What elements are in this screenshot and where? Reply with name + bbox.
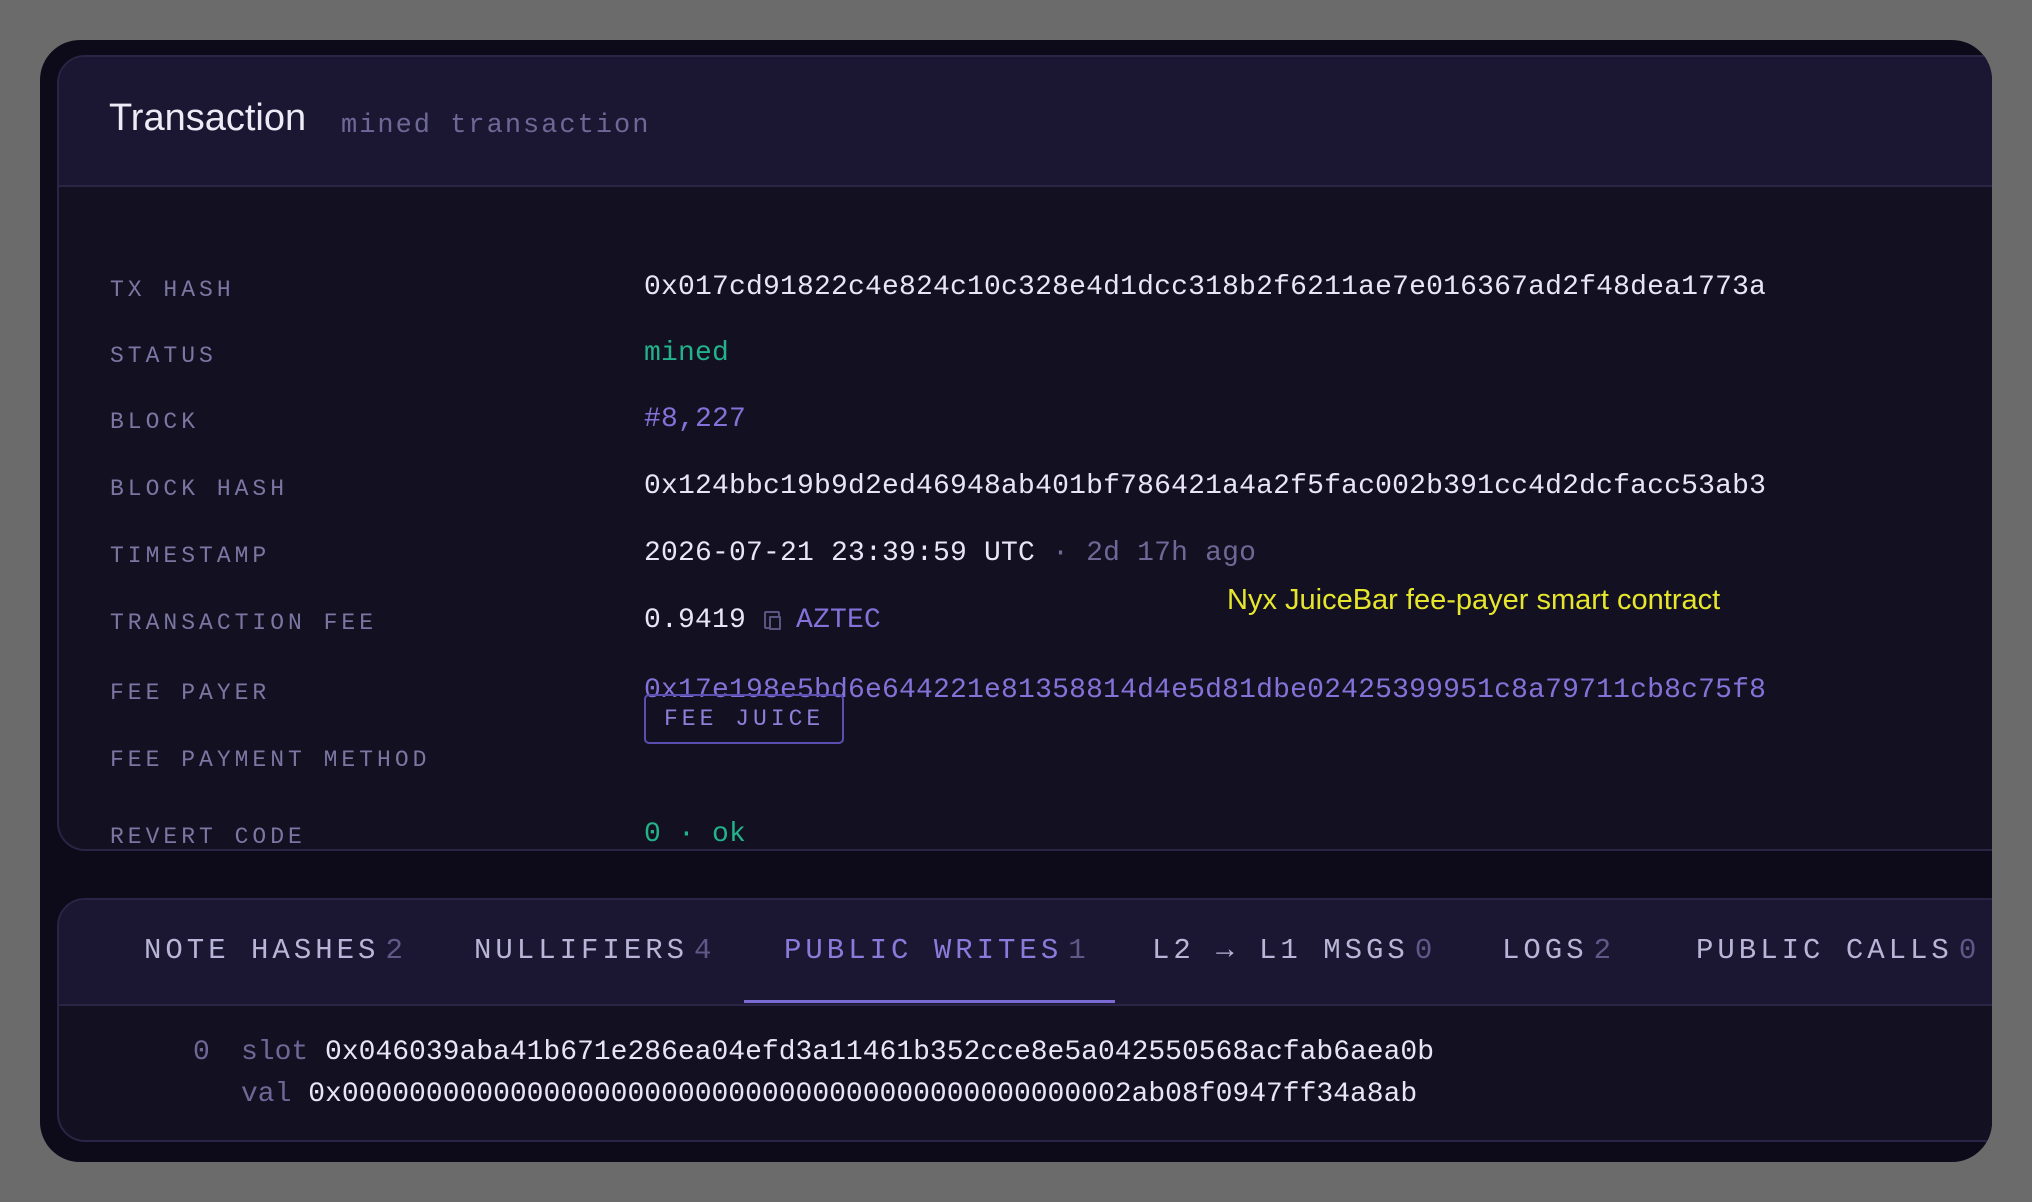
tab-label: NULLIFIERS [474, 934, 689, 967]
fee-amount: 0.9419 [644, 605, 747, 636]
tab-public-writes[interactable]: PUBLIC WRITES 1 [784, 900, 1090, 1004]
block-hash-label: BLOCK HASH [110, 476, 289, 502]
timestamp-absolute: 2026-07-21 23:39:59 UTC [644, 538, 1036, 569]
status-label: STATUS [110, 343, 217, 369]
write-slot-row: slot 0x046039aba41b671e286ea04efd3a11461… [241, 1037, 1434, 1068]
tab-label: NOTE HASHES [144, 934, 380, 967]
write-val-row: val 0x0000000000000000000000000000000000… [241, 1079, 1417, 1110]
tx-hash-label: TX HASH [110, 277, 235, 303]
tab-bar: NOTE HASHES 2 NULLIFIERS 4 PUBLIC WRITES 1 … [59, 900, 1992, 1006]
write-index: 0 [193, 1037, 210, 1068]
copy-icon[interactable] [764, 611, 782, 630]
transaction-card: Transaction mined transaction TX HASH 0x… [57, 55, 1992, 851]
tab-label: PUBLIC WRITES [784, 934, 1063, 967]
transaction-header: Transaction mined transaction [59, 57, 1992, 187]
revert-code-label: REVERT CODE [110, 824, 306, 850]
fee-value: 0.9419 AZTEC [644, 605, 881, 636]
status-value: mined [644, 338, 730, 369]
timestamp-label: TIMESTAMP [110, 543, 271, 569]
window-frame: Transaction mined transaction TX HASH 0x… [40, 40, 1992, 1162]
fee-token: AZTEC [796, 605, 882, 636]
page-subtitle: mined transaction [341, 111, 651, 141]
effects-card: NOTE HASHES 2 NULLIFIERS 4 PUBLIC WRITES 1 … [57, 898, 1992, 1142]
fee-payer-label: FEE PAYER [110, 680, 271, 706]
val-key: val [241, 1079, 292, 1110]
slot-key: slot [241, 1037, 309, 1068]
tab-count: 1 [1068, 934, 1090, 967]
tab-count: 4 [694, 934, 716, 967]
fee-payer-annotation: Nyx JuiceBar fee-payer smart contract [1227, 584, 1721, 616]
fee-method-badge: FEE JUICE [644, 694, 845, 744]
tab-note-hashes[interactable]: NOTE HASHES 2 [144, 900, 407, 1004]
page-title: Transaction [109, 97, 307, 139]
tab-label: PUBLIC CALLS [1696, 934, 1953, 967]
tab-l2-l1-msgs[interactable]: L2 → L1 MSGS 0 [1152, 900, 1436, 1004]
tab-logs[interactable]: LOGS 2 [1502, 900, 1615, 1004]
fee-label: TRANSACTION FEE [110, 610, 378, 636]
tab-count: 2 [1593, 934, 1616, 967]
tx-hash-value[interactable]: 0x017cd91822c4e824c10c328e4d1dcc318b2f62… [644, 272, 1766, 303]
tab-label: L2 → L1 MSGS [1152, 934, 1409, 967]
tab-count: 0 [1414, 934, 1437, 967]
timestamp-value: 2026-07-21 23:39:59 UTC · 2d 17h ago [644, 538, 1256, 569]
timestamp-separator: · [1052, 538, 1070, 569]
block-link[interactable]: #8,227 [644, 404, 746, 435]
fee-method-label: FEE PAYMENT METHOD [110, 747, 431, 773]
block-label: BLOCK [110, 409, 200, 435]
tab-nullifiers[interactable]: NULLIFIERS 4 [474, 900, 715, 1004]
tab-count: 0 [1958, 934, 1981, 967]
block-hash-value[interactable]: 0x124bbc19b9d2ed46948ab401bf786421a4a2f5… [644, 471, 1766, 502]
slot-value[interactable]: 0x046039aba41b671e286ea04efd3a11461b352c… [325, 1037, 1434, 1068]
tab-public-calls[interactable]: PUBLIC CALLS 0 [1696, 900, 1980, 1004]
timestamp-relative: 2d 17h ago [1086, 538, 1257, 569]
tab-label: LOGS [1502, 934, 1588, 967]
val-value[interactable]: 0x00000000000000000000000000000000000000… [308, 1079, 1417, 1110]
revert-code-value: 0 · ok [644, 819, 747, 850]
active-tab-indicator [744, 1000, 1115, 1003]
tab-count: 2 [385, 934, 407, 967]
